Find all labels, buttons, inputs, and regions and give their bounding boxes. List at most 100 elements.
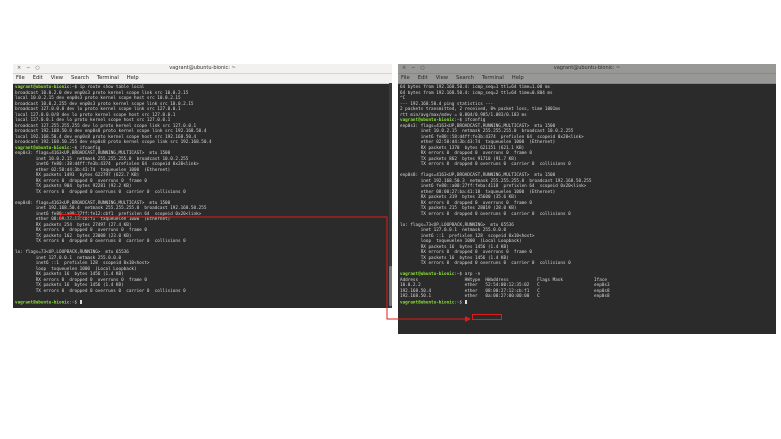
menu-help[interactable]: Help [512, 74, 524, 83]
output-text: local 127.0.0.1 dev lo proto kernel scop… [15, 118, 171, 123]
output-text: TX packets 16 bytes 1456 (1.4 KB) [400, 255, 509, 261]
output-text: RX errors 0 dropped 0 overruns 0 frame 0 [400, 250, 532, 255]
menu-view[interactable]: View [436, 74, 448, 83]
output-text: broadcast 127.0.0.0 dev lo proto kernel … [15, 107, 181, 112]
command-text: ifconfig [79, 145, 101, 151]
output-text: local 10.0.2.15 dev enp0s3 proto kernel … [15, 96, 181, 101]
output-text: inet 10.0.2.15 netmask 255.255.255.0 bro… [400, 129, 574, 134]
output-text: lo: flags=73<UP,LOOPBACK,RUNNING> mtu 65… [400, 222, 514, 228]
output-text: broadcast 10.0.2.255 dev enp0s3 proto ke… [15, 101, 194, 107]
output-text: TX packets 862 bytes 91710 (91.7 KB) [400, 156, 517, 162]
menu-terminal[interactable]: Terminal [482, 74, 504, 83]
menu-search[interactable]: Search [456, 74, 474, 83]
output-text: TX errors 0 dropped 0 overruns 0 carrier… [15, 288, 186, 294]
output-text: rtt min/avg/max/mdev = 0.804/0.985/1.083… [400, 112, 527, 118]
output-text: Address HWtype HWaddress Flags Mask Ifac… [400, 277, 607, 283]
output-text: TX errors 0 dropped 0 overruns 0 carrier… [400, 261, 571, 266]
menu-edit[interactable]: Edit [418, 74, 428, 83]
left-menu-bar: File Edit View Search Terminal Help [13, 74, 392, 84]
right-title-bar[interactable]: × − ○ vagrant@ubuntu-bionic: ~ [398, 64, 776, 74]
prompt-user: vagrant@ubuntu-bionic [400, 118, 455, 123]
output-text: lo: flags=73<UP,LOOPBACK,RUNNING> mtu 65… [15, 250, 129, 255]
output-text: 64 bytes from 192.168.50.4: icmp_seq=2 t… [400, 90, 553, 96]
menu-terminal[interactable]: Terminal [97, 74, 119, 83]
mac-highlight-box-left [60, 214, 80, 220]
output-text: broadcast 10.0.2.0 dev enp0s3 proto kern… [15, 90, 189, 96]
output-text: ether 08:00:27:12:cb:f1 txqueuelen 1000 … [15, 217, 171, 222]
text-cursor [79, 299, 82, 304]
output-text: RX packets 16 bytes 1456 (1.4 KB) [400, 244, 509, 250]
scrollbar[interactable] [389, 83, 392, 308]
prompt-user: vagrant@ubuntu-bionic [15, 300, 70, 305]
terminal-line: vagrant@ubuntu-bionic:~$ [400, 299, 774, 305]
output-text: inet 127.0.0.1 netmask 255.0.0.0 [400, 228, 507, 233]
output-text: TX errors 0 dropped 0 overruns 0 carrier… [400, 211, 571, 217]
left-terminal-window[interactable]: × − ○ vagrant@ubuntu-bionic: ~ File Edit… [13, 64, 392, 308]
prompt-user: vagrant@ubuntu-bionic [400, 300, 455, 305]
output-text: loop txqueuelen 1000 (Local Loopback) [400, 239, 522, 244]
menu-search[interactable]: Search [71, 74, 89, 83]
right-menu-bar: File Edit View Search Terminal Help [398, 74, 776, 84]
output-text: inet 192.168.50.4 netmask 255.255.255.0 … [15, 206, 207, 211]
output-text: 192.168.50.4 ether 08:00:27:12:cb:f1 C e… [400, 288, 610, 294]
output-text: RX errors 0 dropped 0 overruns 0 frame 0 [15, 277, 147, 283]
output-text: broadcast 192.168.50.0 dev enp0s8 proto … [15, 129, 207, 134]
menu-edit[interactable]: Edit [33, 74, 43, 83]
right-terminal-window[interactable]: × − ○ vagrant@ubuntu-bionic: ~ File Edit… [398, 64, 776, 334]
menu-file[interactable]: File [401, 74, 410, 83]
output-text: TX packets 215 bytes 28019 (28.0 KB) [400, 206, 517, 211]
terminal-output[interactable]: vagrant@ubuntu-bionic:~$ ip route show t… [13, 84, 392, 306]
output-text: enp0s8: flags=4163<UP,BROADCAST,RUNNING,… [15, 200, 171, 206]
output-text: TX packets 16 bytes 1456 (1.4 KB) [15, 283, 124, 288]
output-text: loop txqueuelen 1000 (Local Loopback) [15, 266, 137, 272]
output-text: inet6 fe80::58:d4ff:fe3b:4374 prefixlen … [400, 134, 584, 140]
output-text: 10.0.2.2 ether 52:54:00:12:35:02 C enp0s… [400, 283, 610, 288]
output-text: inet 10.0.2.15 netmask 255.255.255.0 bro… [15, 156, 189, 162]
output-text: inet6 fe80::38:d4ff:fe3b:4374 prefixlen … [15, 162, 199, 167]
output-text: inet6 ::1 prefixlen 128 scopeid 0x10<hos… [400, 233, 535, 239]
output-text: TX packets 904 bytes 92281 (92.2 KB) [15, 184, 132, 189]
output-text: inet6 fe80::a00:27ff:fe12:cbf1 prefixlen… [15, 211, 202, 217]
window-title: vagrant@ubuntu-bionic: ~ [553, 65, 621, 71]
output-text: RX packets 254 bytes 27497 (27.4 KB) [15, 222, 132, 228]
output-text: local 127.0.0.0/8 dev lo proto kernel sc… [15, 112, 176, 118]
output-text: inet6 fe80::a00:27ff:feba:4118 prefixlen… [400, 184, 587, 189]
output-text: inet6 ::1 prefixlen 128 scopeid 0x10<hos… [15, 261, 150, 266]
mac-highlight-box-right [472, 314, 502, 320]
output-text: RX errors 0 dropped 0 overruns 0 frame 0 [400, 200, 532, 206]
output-text: enp0s3: flags=4163<UP,BROADCAST,RUNNING,… [400, 123, 556, 129]
scrollbar-thumb[interactable] [389, 266, 392, 306]
window-title: vagrant@ubuntu-bionic: ~ [169, 65, 236, 71]
output-text: RX errors 0 dropped 0 overruns 0 frame 0 [15, 178, 147, 184]
menu-file[interactable]: File [16, 74, 25, 83]
output-text: ether 08:00:27:ba:41:18 txqueuelen 1000 … [400, 189, 556, 195]
output-text: inet 192.168.50.3 netmask 255.255.255.0 … [400, 178, 592, 184]
output-text: RX packets 319 bytes 35600 (35.6 KB) [400, 195, 517, 200]
output-text: ether 02:58:d4:3b:43:74 txqueuelen 1000 … [400, 140, 556, 145]
output-text: TX errors 0 dropped 0 overruns 0 carrier… [400, 162, 571, 167]
command-text: arp -n [464, 272, 481, 277]
menu-view[interactable]: View [51, 74, 63, 83]
output-text: enp0s8: flags=4163<UP,BROADCAST,RUNNING,… [400, 173, 556, 178]
menu-help[interactable]: Help [127, 74, 139, 83]
prompt-user: vagrant@ubuntu-bionic [15, 85, 70, 90]
output-text: 2 packets transmitted, 2 received, 0% pa… [400, 107, 561, 112]
output-text: 64 bytes from 192.168.50.4: icmp_seq=1 t… [400, 85, 551, 90]
output-text: RX errors 0 dropped 0 overruns 0 frame 0 [15, 228, 147, 233]
output-text: --- 192.168.50.4 ping statistics --- [400, 101, 494, 107]
prompt-user: vagrant@ubuntu-bionic [15, 145, 70, 151]
output-text: ether 02:58:d4:3b:43:74 txqueuelen 1000 … [15, 167, 171, 173]
command-text: ifconfig [464, 118, 486, 123]
output-text: TX errors 0 dropped 0 overruns 0 carrier… [15, 189, 186, 195]
text-cursor [464, 299, 467, 304]
prompt-user: vagrant@ubuntu-bionic [400, 272, 455, 277]
output-text: broadcast 192.168.50.255 dev enp0s8 prot… [15, 140, 212, 145]
output-text: enp0s3: flags=4163<UP,BROADCAST,RUNNING,… [15, 151, 171, 156]
output-text: RX packets 16 bytes 1456 (1.4 KB) [15, 272, 124, 277]
terminal-line: vagrant@ubuntu-bionic:~$ [15, 299, 390, 305]
output-text: 192.168.50.1 ether 0a:00:27:00:00:00 C e… [400, 294, 610, 299]
terminal-output[interactable]: 64 bytes from 192.168.50.4: icmp_seq=1 t… [398, 84, 776, 306]
output-text: TX errors 0 dropped 0 overruns 0 carrier… [15, 239, 186, 244]
command-text: ip route show table local [79, 85, 145, 90]
left-title-bar[interactable]: × − ○ vagrant@ubuntu-bionic: ~ [13, 64, 392, 74]
